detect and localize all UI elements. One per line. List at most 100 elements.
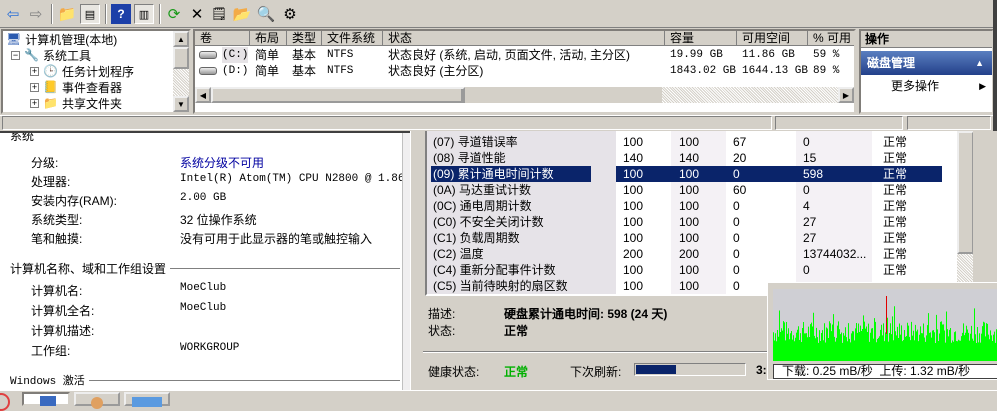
volume-list: 卷布局 类型 文件系统 状态 容量 可用空间% 可用 (C:) 简单 基本 NTFS 状态良好 (… (193, 29, 856, 114)
system-value: 没有可用于此显示器的笔或触控输入 (180, 232, 373, 246)
help-icon[interactable]: ? (111, 4, 131, 24)
scroll-thumb[interactable] (957, 131, 973, 254)
scroll-thumb-h[interactable] (211, 87, 465, 103)
smart-thresh: 0 (733, 247, 740, 261)
smart-cur: 100 (623, 199, 644, 213)
system-scrollbar[interactable] (402, 133, 410, 393)
smart-status: 正常 (883, 135, 908, 149)
smart-attr: (C5) 当前待映射的扇区数 (433, 279, 568, 293)
name-value: MoeClub (180, 302, 227, 314)
tree-scrollbar[interactable]: ▲ ▼ (173, 31, 189, 112)
column-header[interactable]: 卷 (195, 31, 250, 46)
actions-section-disk-management[interactable]: 磁盘管理 ▲ (861, 51, 992, 75)
smart-row[interactable]: (C4) 重新分配事件计数 100 100 0 0 正常 (427, 262, 942, 278)
column-header[interactable]: 布局 (250, 31, 287, 46)
actions-pane: 操作 磁盘管理 ▲ 更多操作 ▶ (859, 29, 994, 114)
smart-row[interactable]: (08) 寻道性能 140 140 20 15 正常 (427, 150, 942, 166)
refresh-progress (634, 363, 746, 376)
refresh-icon[interactable]: ⟳ (164, 4, 184, 24)
column-header[interactable]: 类型 (287, 31, 322, 46)
scroll-right-icon[interactable]: ▶ (838, 87, 854, 103)
smart-raw: 0 (803, 263, 810, 277)
volume-row[interactable]: (C:) 简单 基本 NTFS 状态良好 (系统, 启动, 页面文件, 活动, 主分区)… (195, 47, 854, 63)
smart-raw: 27 (803, 231, 817, 245)
settings-icon[interactable]: ⚙ (280, 4, 300, 24)
smart-status: 正常 (883, 263, 908, 277)
column-header[interactable]: 可用空间 (737, 31, 808, 46)
expand-icon[interactable]: + (30, 82, 39, 92)
status-label: 状态: (428, 324, 456, 338)
collapse-icon[interactable]: − (11, 50, 20, 60)
expand-icon[interactable]: + (30, 98, 39, 108)
smart-status: 正常 (883, 167, 908, 181)
smart-attr: (07) 寻道错误率 (433, 135, 518, 149)
health-value: 正常 (504, 365, 529, 379)
taskbar-button-computer-management[interactable] (22, 392, 70, 406)
action-more[interactable]: 更多操作 ▶ (861, 75, 992, 97)
scroll-thumb[interactable] (173, 47, 189, 69)
forward-icon[interactable]: ⇨ (26, 4, 46, 24)
section-title: 磁盘管理 (867, 56, 916, 70)
find-icon[interactable]: 🔍 (256, 4, 276, 24)
column-header[interactable]: 状态 (383, 31, 665, 46)
tree-item-label: 事件查看器 (61, 80, 122, 95)
toolbar-separator (105, 4, 107, 24)
smart-raw: 27 (803, 215, 817, 229)
volume-hscrollbar[interactable]: ◀ ▶ (195, 87, 854, 103)
system-value: Intel(R) Atom(TM) CPU N2800 @ 1.86G (180, 173, 410, 185)
smart-scrollbar[interactable] (957, 131, 973, 294)
smart-row[interactable]: (C2) 温度 200 200 0 13744032... 正常 (427, 246, 942, 262)
smart-worst: 100 (679, 135, 700, 149)
smart-row[interactable]: (0A) 马达重试计数 100 100 60 0 正常 (427, 182, 942, 198)
smart-status: 正常 (883, 151, 908, 165)
show-hide-tree-icon[interactable]: ▤ (80, 4, 100, 24)
refresh-label: 下次刷新: (570, 365, 622, 379)
taskbar-button-user[interactable] (74, 392, 120, 409)
up-folder-icon[interactable]: 📁 (57, 4, 77, 24)
smart-worst: 140 (679, 151, 700, 165)
taskbar-button-window[interactable] (124, 392, 170, 407)
toolbar-separator (51, 4, 53, 24)
tree-item-event-viewer[interactable]: + 📒 事件查看器 (30, 79, 122, 95)
speed-readout: 下载: 0.25 mB/秒 上传: 1.32 mB/秒 (773, 364, 997, 379)
smart-cur: 100 (623, 231, 644, 245)
start-icon[interactable] (0, 393, 10, 411)
open-icon[interactable]: 📂 (232, 4, 252, 24)
volume-pct: 59 % (813, 49, 840, 61)
smart-row[interactable]: (09) 累计通电时间计数 100 100 0 598 正常 (427, 166, 942, 182)
column-header[interactable]: 容量 (665, 31, 737, 46)
smart-row[interactable]: (C0) 不安全关闭计数 100 100 0 27 正常 (427, 214, 942, 230)
name-value: MoeClub (180, 282, 227, 294)
volume-layout: 简单 (255, 48, 280, 62)
rating-link[interactable]: 系统分级不可用 (180, 154, 264, 171)
collapse-up-icon[interactable]: ▲ (975, 51, 984, 75)
volume-status: 状态良好 (主分区) (388, 64, 484, 78)
back-icon[interactable]: ⇦ (3, 4, 23, 24)
smart-status: 正常 (883, 215, 908, 229)
tree-item-system-tools[interactable]: − 🔧 系统工具 (11, 47, 91, 63)
column-header[interactable]: % 可用 (808, 31, 854, 46)
expand-icon[interactable]: + (30, 66, 39, 76)
smart-row[interactable]: (C1) 负载周期数 100 100 0 27 正常 (427, 230, 942, 246)
smart-thresh: 60 (733, 183, 747, 197)
properties-icon[interactable]: 🗒 (209, 4, 229, 24)
volume-row[interactable]: (D:) 简单 基本 NTFS 状态良好 (主分区) 1843.02 GB 1644.13 … (195, 63, 854, 79)
tree-item-label: 任务计划程序 (61, 64, 134, 79)
show-hide-action-pane-icon[interactable]: ▥ (134, 4, 154, 24)
scroll-up-icon[interactable]: ▲ (173, 31, 189, 47)
column-header[interactable]: 文件系统 (322, 31, 383, 46)
tree-item-task-scheduler[interactable]: + 🕒 任务计划程序 (30, 63, 134, 79)
system-value: 2.00 GB (180, 192, 227, 204)
delete-icon[interactable]: ✕ (187, 4, 207, 24)
status-bar (0, 115, 993, 131)
smart-row[interactable]: (07) 寻道错误率 100 100 67 0 正常 (427, 134, 942, 150)
scroll-track[interactable] (662, 87, 838, 103)
smart-row[interactable]: (0C) 通电周期计数 100 100 0 4 正常 (427, 198, 942, 214)
tree-item-shared-folders[interactable]: + 📁 共享文件夹 (30, 95, 122, 111)
scroll-left-icon[interactable]: ◀ (195, 87, 211, 103)
tools-icon: 🔧 (24, 48, 39, 62)
scroll-down-icon[interactable]: ▼ (173, 96, 189, 112)
status-segment (775, 116, 903, 130)
tree-root[interactable]: 🖥 计算机管理(本地) (6, 31, 117, 47)
console-tree: 🖥 计算机管理(本地) − 🔧 系统工具 + 🕒 任务计划程序 + 📒 事件查看… (1, 29, 191, 114)
